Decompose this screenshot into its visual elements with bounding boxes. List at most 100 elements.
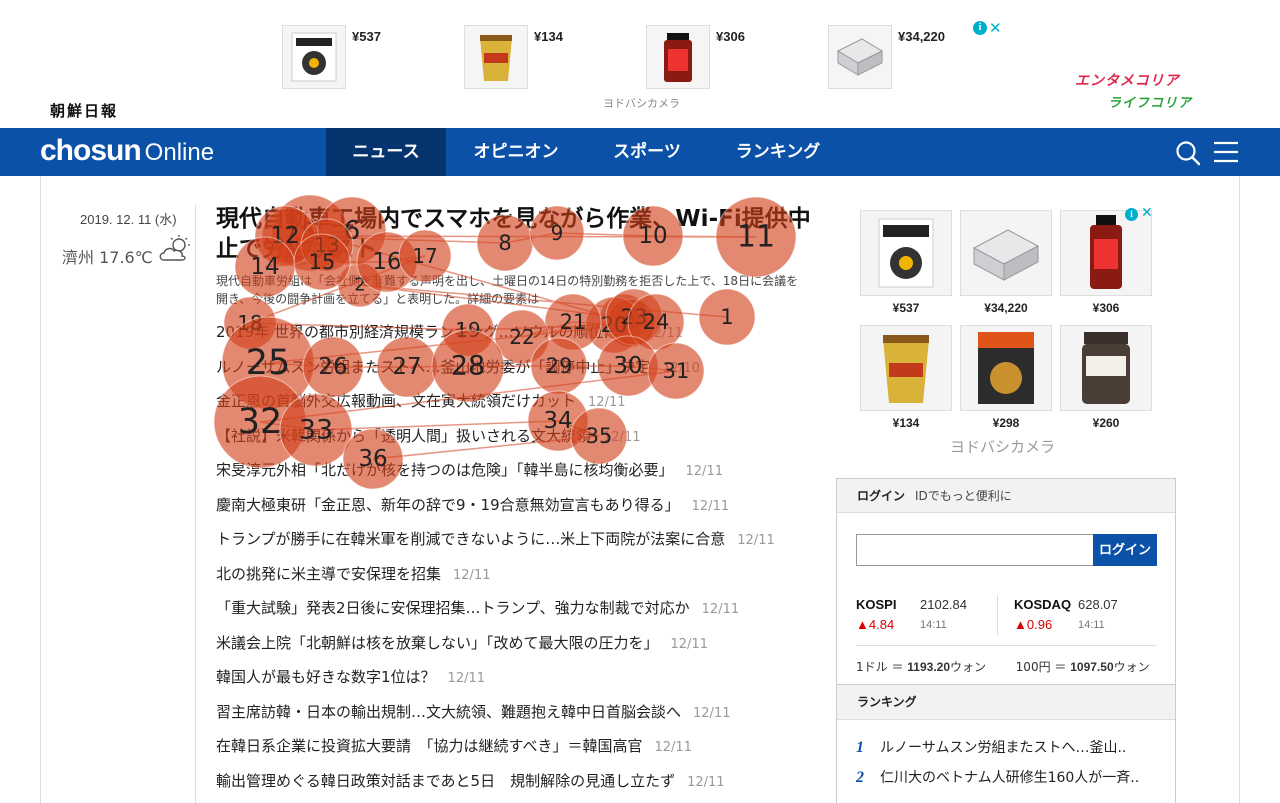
news-date: 12/11	[654, 740, 692, 755]
login-button[interactable]: ログイン	[1093, 534, 1157, 566]
news-title[interactable]: 「重大試験」発表2日後に安保理招集…トランプ、強力な制裁で対応か	[216, 599, 690, 617]
ranking-panel: ランキング 1 ルノーサムスン労組またストへ…釜山.. 2 仁川大のベトナム人研修生…	[836, 684, 1176, 803]
news-list-item[interactable]: 宋旻淳元外相「北だけが核を持つのは危険」「韓半島に核均衡必要」 12/11	[216, 453, 816, 488]
sidebar-ad-item[interactable]: ¥306	[1060, 210, 1152, 315]
sidebar-ad-item[interactable]: ¥34,220	[960, 210, 1052, 315]
news-title[interactable]: 輸出管理めぐる韓日政策対話まであと5日 規制解除の見通し立たず	[216, 772, 675, 790]
news-list-item[interactable]: 米議会上院「北朝鮮は核を放棄しない」「改めて最大限の圧力を」 12/11	[216, 626, 816, 661]
ranking-title-text[interactable]: ルノーサムスン労組またストへ…釜山..	[880, 740, 1126, 756]
news-list-item[interactable]: ルノーサムスン労組またストへ…釜山地労委が「調停中止」決定 12/10	[216, 350, 816, 385]
column-divider	[195, 205, 196, 803]
news-list-item[interactable]: 北の挑発に米主導で安保理を招集 12/11	[216, 557, 816, 592]
login-panel: ログイン IDでもっと便利に ログイン KOSPI 2102.84 ▲4.84 1…	[836, 478, 1176, 688]
news-date: 12/11	[737, 533, 775, 548]
tab-opinion[interactable]: オピニオン	[446, 128, 586, 176]
news-list-item[interactable]: 「重大試験」発表2日後に安保理招集…トランプ、強力な制裁で対応か 12/11	[216, 591, 816, 626]
cup-noodle-icon	[464, 25, 528, 89]
ad-close-icon[interactable]: ✕	[989, 19, 1002, 37]
seaweed-package-icon	[860, 210, 952, 296]
top-headline[interactable]: 現代自動車工場内でスマホを見ながら作業、Wi-Fi提供中止で労組がスト	[216, 204, 822, 264]
news-list-item[interactable]: 輸出管理めぐる韓日政策対話まであと5日 規制解除の見通し立たず 12/11	[216, 764, 816, 799]
news-date: 12/11	[685, 464, 723, 479]
news-date: 12/11	[588, 395, 626, 410]
sidebar-ad-item[interactable]: ¥134	[860, 325, 952, 430]
news-date: 12/11	[693, 705, 731, 721]
news-list-item[interactable]: 習主席訪韓・日本の輸出規制…文大統領、難題抱え韓中日首脳会談へ 12/11	[216, 695, 816, 730]
chosun-ilbo-logo[interactable]: 朝鮮日報	[50, 100, 118, 121]
ad-price: ¥34,220	[984, 301, 1028, 315]
entame-korea-logo[interactable]: エンタメコリア	[1075, 70, 1180, 90]
market-divider	[997, 595, 998, 635]
sidebar-ad-item[interactable]: ¥260	[1060, 325, 1152, 430]
kospi-value: 2102.84	[920, 597, 967, 612]
ad-price: ¥298	[992, 416, 1020, 430]
news-list-item[interactable]: 金正恩の首脳外交広報動画、文在寅大統領だけカット 12/11	[216, 384, 816, 419]
life-korea-logo[interactable]: ライフコリア	[1108, 92, 1192, 111]
login-header: ログイン IDでもっと便利に	[837, 479, 1175, 513]
news-title[interactable]: 米議会上院「北朝鮮は核を放棄しない」「改めて最大限の圧力を」	[216, 634, 659, 652]
sauce-bottle-icon	[1060, 210, 1152, 296]
logo-light-text: Online	[144, 139, 215, 166]
top-ad-banner: ¥537 ¥134 ¥306 ¥34,220 ヨドバシカメラ i ✕ 朝鮮日報 …	[0, 0, 1280, 128]
kospi-change: ▲4.84	[856, 617, 895, 632]
login-title: ログイン	[857, 489, 906, 503]
usd-unit: ウォン	[950, 660, 987, 674]
ad-info-icon[interactable]: i	[973, 21, 987, 35]
news-title[interactable]: ルノーサムスン労組またストへ…釜山地労委が「調停中止」決定	[216, 358, 650, 376]
news-title[interactable]: 在韓日系企業に投資拡大要請 「協力は継続すべき」＝韓国高官	[216, 737, 642, 755]
sidebar-ad: ¥537 ¥34,220 ¥306 ¥134 ¥298 ¥260 i ✕ ヨドバ…	[855, 205, 1160, 460]
news-list-item[interactable]: 在韓日系企業に投資拡大要請 「協力は継続すべき」＝韓国高官 12/11	[216, 729, 816, 764]
ad-price: ¥306	[716, 29, 745, 44]
news-date: 12/11	[447, 671, 486, 686]
ad-price: ¥537	[352, 29, 381, 44]
cup-noodle-icon	[860, 325, 952, 411]
news-title[interactable]: 習主席訪韓・日本の輸出規制…文大統領、難題抱え韓中日首脳会談へ	[216, 703, 681, 721]
news-date: 12/11	[645, 326, 683, 341]
login-subtitle: IDでもっと便利に	[915, 489, 1012, 503]
ad-source-label[interactable]: ヨドバシカメラ	[950, 436, 1055, 457]
ad-info-icon[interactable]: i	[1125, 208, 1138, 221]
electronic-dictionary-icon	[828, 25, 892, 89]
ranking-title-text[interactable]: 仁川大のベトナム人研修生160人が一斉..	[880, 770, 1139, 786]
ranking-number: 2	[856, 769, 864, 786]
news-title[interactable]: 北の挑発に米主導で安保理を招集	[216, 565, 441, 583]
news-title[interactable]: トランプが勝手に在韓米軍を削減できないように…米上下両院が法案に合意	[216, 530, 725, 548]
news-list-item[interactable]: 2019年 世界の都市別経済規模ランキング…ソウルの順位は？ 12/11	[216, 315, 816, 350]
news-list-item[interactable]: トランプが勝手に在韓米軍を削減できないように…米上下両院が法案に合意 12/11	[216, 522, 816, 557]
electronic-dictionary-icon	[960, 210, 1052, 296]
tab-news[interactable]: ニュース	[326, 128, 446, 176]
ad-source-label[interactable]: ヨドバシカメラ	[603, 95, 680, 111]
news-list-item[interactable]: 韓国人が最も好きな数字1位は？ 12/11	[216, 660, 816, 695]
news-title[interactable]: 2019年 世界の都市別経済規模ランキング…ソウルの順位は？	[216, 323, 634, 341]
news-list-item[interactable]: 【社説】米韓関係から「透明人間」扱いされる文大統領 12/11	[216, 419, 816, 454]
page: ¥537 ¥134 ¥306 ¥34,220 ヨドバシカメラ i ✕ 朝鮮日報 …	[0, 0, 1280, 803]
ad-price: ¥134	[534, 29, 563, 44]
tab-sports[interactable]: スポーツ	[586, 128, 708, 176]
sidebar-ad-item[interactable]: ¥537	[860, 210, 952, 315]
news-list: 2019年 世界の都市別経済規模ランキング…ソウルの順位は？ 12/11 ルノーサ…	[216, 315, 816, 798]
news-title[interactable]: 慶南大極東研「金正恩、新年の辞で9・19合意無効宣言もあり得る」	[216, 496, 680, 514]
current-date: 2019. 12. 11 (水)	[80, 212, 177, 227]
usd-label: 1ドル ＝	[856, 660, 904, 674]
site-logo[interactable]: chosun Online	[40, 134, 214, 168]
news-title[interactable]: 韓国人が最も好きな数字1位は？	[216, 668, 436, 686]
ranking-item[interactable]: 2 仁川大のベトナム人研修生160人が一斉..	[856, 767, 1139, 787]
news-date: 12/11	[687, 774, 725, 790]
kosdaq-time: 14:11	[1078, 619, 1105, 631]
search-icon[interactable]	[1175, 140, 1201, 166]
news-list-item[interactable]: 慶南大極東研「金正恩、新年の辞で9・19合意無効宣言もあり得る」 12/11	[216, 488, 816, 523]
ad-close-icon[interactable]: ✕	[1141, 205, 1153, 221]
hamburger-menu-icon[interactable]	[1213, 141, 1239, 163]
tab-ranking[interactable]: ランキング	[708, 128, 848, 176]
seaweed-package-icon	[282, 25, 346, 89]
jpy-value: 1097.50	[1070, 660, 1114, 674]
login-id-input[interactable]	[856, 534, 1094, 566]
sidebar-ad-item[interactable]: ¥298	[960, 325, 1052, 430]
news-date: 12/11	[453, 567, 491, 583]
ranking-item[interactable]: 1 ルノーサムスン労組またストへ…釜山..	[856, 737, 1126, 757]
weather-readout: 濟州 17.6℃	[62, 248, 153, 267]
news-title[interactable]: 金正恩の首脳外交広報動画、文在寅大統領だけカット	[216, 392, 576, 410]
news-title[interactable]: 宋旻淳元外相「北だけが核を持つのは危険」「韓半島に核均衡必要」	[216, 461, 674, 479]
news-title[interactable]: 【社説】米韓関係から「透明人間」扱いされる文大統領	[216, 427, 591, 445]
news-date: 12/11	[691, 498, 730, 514]
